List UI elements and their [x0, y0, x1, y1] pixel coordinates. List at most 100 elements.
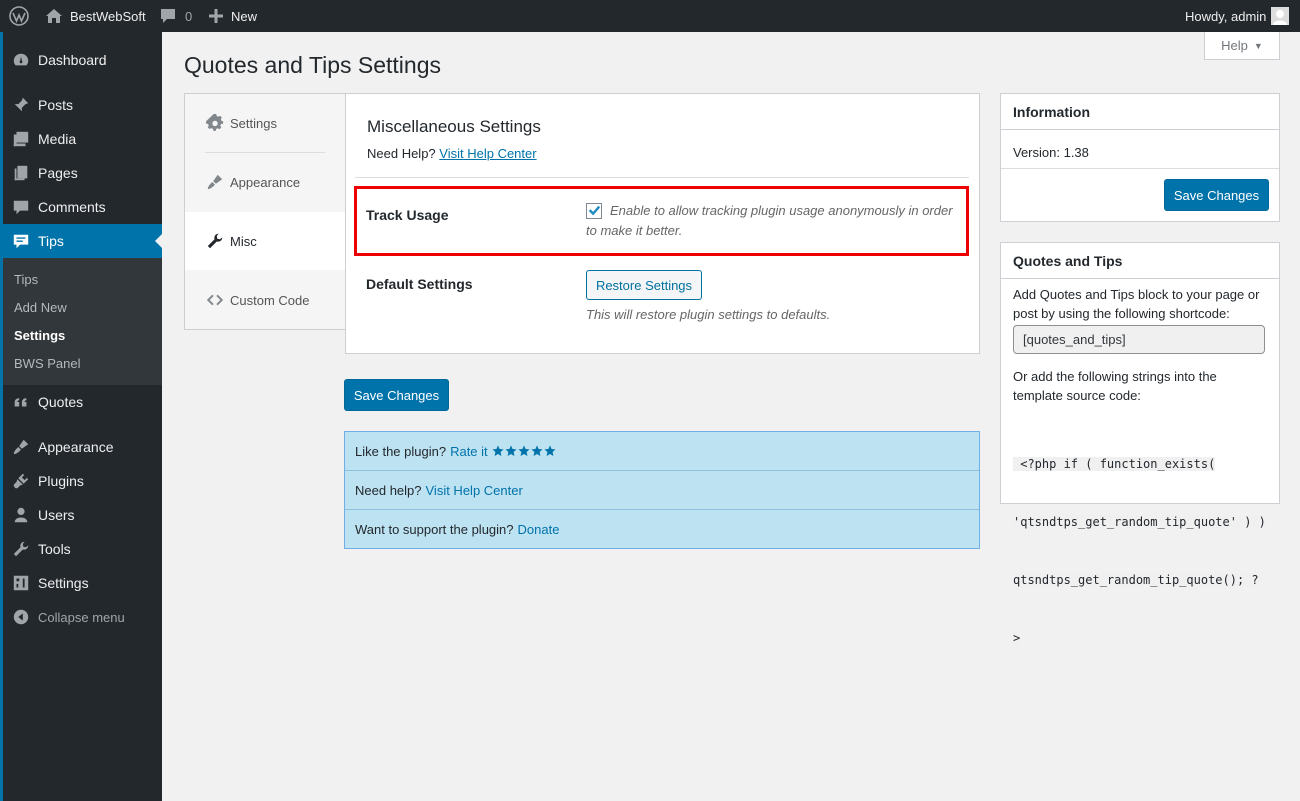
help-label: Help — [1221, 38, 1248, 53]
restore-settings-button[interactable]: Restore Settings — [586, 270, 702, 300]
collapse-icon — [11, 607, 31, 627]
tips-submenu: Tips Add New Settings BWS Panel — [3, 258, 162, 385]
menu-label: Tools — [38, 541, 71, 557]
plugin-support-notice: Like the plugin? Rate it Need help? Visi… — [344, 431, 980, 549]
wrench-icon — [11, 539, 31, 559]
tab-appearance[interactable]: Appearance — [185, 153, 346, 211]
avatar — [1271, 7, 1290, 25]
information-box: Information Version: 1.38 Save Changes — [1000, 93, 1280, 222]
shortcode-text-2: post by using the following shortcode: — [1013, 306, 1230, 321]
code-line-1: <?php if ( function_exists( — [1013, 457, 1216, 471]
shortcode-field[interactable]: [quotes_and_tips] — [1013, 325, 1265, 354]
quotes-and-tips-content: Add Quotes and Tips block to your page o… — [1001, 279, 1279, 686]
quote-icon — [11, 392, 31, 412]
donate-row: Want to support the plugin? Donate — [345, 510, 979, 549]
template-text-1: Or add the following strings into the — [1013, 369, 1217, 384]
site-name: BestWebSoft — [70, 8, 146, 24]
pin-icon — [11, 95, 31, 115]
checkmark-icon — [588, 205, 601, 216]
menu-item-dashboard[interactable]: Dashboard — [3, 43, 162, 77]
brush-icon — [11, 437, 31, 457]
tab-label: Misc — [230, 233, 257, 249]
gear-icon — [205, 113, 225, 133]
tips-icon — [11, 231, 31, 251]
help-text: Need help? — [355, 482, 422, 498]
info-save-changes-button[interactable]: Save Changes — [1164, 179, 1269, 211]
track-usage-desc-2: to make it better. — [586, 223, 683, 238]
help-tab-button[interactable]: Help ▼ — [1204, 32, 1280, 60]
section-heading: Miscellaneous Settings — [367, 117, 541, 136]
menu-label: Tips — [38, 233, 64, 249]
rate-text: Like the plugin? — [355, 443, 447, 459]
menu-item-settings[interactable]: Settings — [3, 566, 162, 600]
code-icon — [205, 290, 225, 310]
caret-down-icon: ▼ — [1253, 40, 1263, 51]
code-line-4: > — [1013, 631, 1021, 645]
wordpress-logo-icon[interactable] — [9, 0, 29, 32]
submenu-item-add-new[interactable]: Add New — [14, 300, 67, 315]
donate-text: Want to support the plugin? — [355, 522, 514, 537]
brush-icon — [205, 172, 225, 192]
menu-item-tips[interactable]: Tips — [3, 224, 163, 258]
donate-link[interactable]: Donate — [518, 522, 560, 537]
track-usage-label: Track Usage — [366, 207, 449, 223]
divider — [355, 177, 969, 178]
page-title: Quotes and Tips Settings — [184, 52, 441, 78]
menu-label: Comments — [38, 199, 106, 215]
information-title: Information — [1001, 94, 1279, 130]
tab-label: Custom Code — [230, 292, 310, 308]
admin-bar: BestWebSoft 0 New Howdy, admin — [0, 0, 1300, 32]
menu-item-posts[interactable]: Posts — [3, 88, 162, 122]
menu-label: Collapse menu — [38, 609, 125, 625]
menu-item-users[interactable]: Users — [3, 498, 162, 532]
code-line-2: 'qtsndtps_get_random_tip_quote' ) ) — [1013, 515, 1266, 529]
five-stars-icon[interactable] — [492, 445, 556, 457]
menu-item-appearance[interactable]: Appearance — [3, 430, 162, 464]
tab-misc[interactable]: Misc — [185, 212, 347, 270]
howdy-text: Howdy, admin — [1185, 8, 1267, 24]
code-line-3: qtsndtps_get_random_tip_quote(); ? — [1013, 573, 1259, 587]
menu-label: Media — [38, 131, 77, 147]
submenu-item-settings[interactable]: Settings — [14, 328, 65, 343]
media-icon — [11, 129, 31, 149]
menu-item-comments[interactable]: Comments — [3, 190, 162, 224]
menu-item-quotes[interactable]: Quotes — [3, 385, 162, 419]
menu-label: Posts — [38, 97, 74, 113]
visit-help-center-link[interactable]: Visit Help Center — [426, 483, 523, 498]
tab-settings[interactable]: Settings — [185, 94, 346, 152]
menu-label: Pages — [38, 165, 78, 181]
help-center-link[interactable]: Visit Help Center — [439, 146, 536, 161]
my-account-link[interactable]: Howdy, admin — [1185, 0, 1290, 32]
version-text: Version: 1.38 — [1013, 145, 1089, 160]
version-row: Version: 1.38 — [1001, 130, 1279, 169]
track-usage-checkbox[interactable] — [586, 203, 602, 219]
template-text-2: template source code: — [1013, 388, 1141, 403]
quotes-and-tips-box: Quotes and Tips Add Quotes and Tips bloc… — [1000, 242, 1280, 645]
menu-label: Users — [38, 507, 75, 523]
menu-item-plugins[interactable]: Plugins — [3, 464, 162, 498]
restore-desc: This will restore plugin settings to def… — [586, 307, 831, 322]
quotes-and-tips-title: Quotes and Tips — [1001, 243, 1279, 279]
new-content-link[interactable]: New — [209, 0, 257, 32]
pages-icon — [11, 163, 31, 183]
code-snippet: <?php if ( function_exists( 'qtsndtps_ge… — [1013, 416, 1267, 686]
menu-item-media[interactable]: Media — [3, 122, 162, 156]
submenu-item-tips[interactable]: Tips — [14, 272, 38, 287]
shortcode-value: [quotes_and_tips] — [1023, 332, 1126, 347]
comments-link[interactable]: 0 — [160, 0, 192, 32]
need-help-text: Need Help? — [367, 146, 436, 161]
rate-link[interactable]: Rate it — [450, 444, 488, 459]
menu-item-pages[interactable]: Pages — [3, 156, 162, 190]
save-changes-button[interactable]: Save Changes — [344, 379, 449, 411]
comment-icon — [11, 197, 31, 217]
site-name-link[interactable]: BestWebSoft — [45, 0, 146, 32]
collapse-menu-button[interactable]: Collapse menu — [3, 600, 162, 634]
menu-label: Quotes — [38, 394, 84, 410]
dashboard-icon — [11, 50, 31, 70]
star-icon — [518, 445, 530, 456]
tab-custom-code[interactable]: Custom Code — [185, 271, 346, 329]
submenu-item-bws-panel[interactable]: BWS Panel — [14, 356, 80, 371]
user-icon — [11, 505, 31, 525]
menu-item-tools[interactable]: Tools — [3, 532, 162, 566]
new-label: New — [231, 8, 258, 24]
